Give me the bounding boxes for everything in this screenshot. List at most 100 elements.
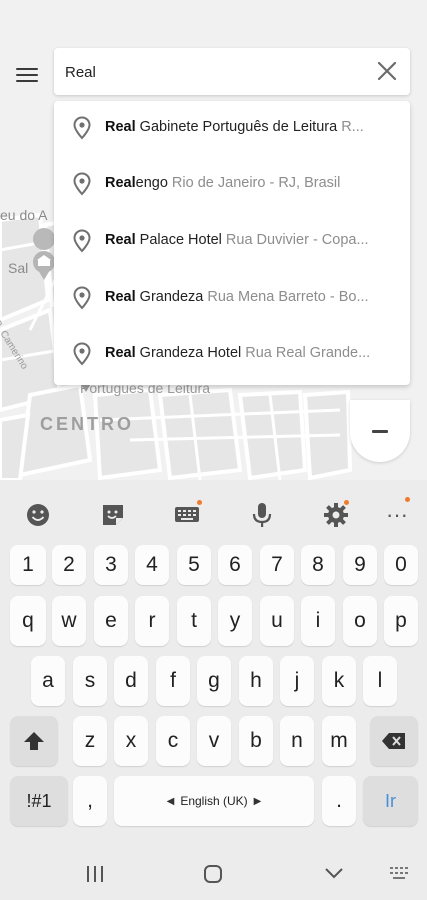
settings-icon[interactable] (321, 500, 351, 530)
suggestion-match: Real (105, 345, 136, 361)
suggestion-primary: Gabinete Português de Leitura (135, 119, 338, 135)
key-0[interactable]: 0 (384, 545, 418, 585)
sticker-icon[interactable] (98, 500, 128, 530)
key-s[interactable]: s (73, 656, 107, 706)
key-k[interactable]: k (322, 656, 356, 706)
key-7[interactable]: 7 (260, 545, 294, 585)
key-label: v (208, 729, 220, 752)
key-w[interactable]: w (52, 596, 86, 646)
more-icon[interactable]: ··· (382, 497, 412, 530)
space-label: English (UK) (180, 794, 248, 808)
key-label: 7 (271, 553, 283, 576)
location-pin-icon (73, 229, 91, 253)
key-r[interactable]: r (135, 596, 169, 646)
key-h[interactable]: h (239, 656, 273, 706)
suggestion-item[interactable]: Realengo Rio de Janeiro - RJ, Brasil (54, 157, 410, 213)
key-c[interactable]: c (156, 716, 190, 766)
suggestions-list: Real Gabinete Português de Leitura R... … (54, 101, 410, 385)
key-period[interactable]: . (322, 776, 356, 826)
symbols-key[interactable]: !#1 (10, 776, 68, 826)
key-l[interactable]: l (363, 656, 397, 706)
key-g[interactable]: g (197, 656, 231, 706)
close-icon[interactable] (376, 60, 398, 82)
suggestion-secondary: Rua Duvivier - Copa... (221, 232, 369, 248)
key-v[interactable]: v (197, 716, 231, 766)
key-label: g (208, 669, 220, 692)
key-d[interactable]: d (114, 656, 148, 706)
key-u[interactable]: u (260, 596, 294, 646)
minus-icon (372, 430, 388, 433)
key-1[interactable]: 1 (10, 545, 46, 585)
key-n[interactable]: n (280, 716, 314, 766)
suggestion-item[interactable]: Real Gabinete Português de Leitura R... (54, 101, 410, 157)
enter-key[interactable]: Ir (363, 776, 418, 826)
microphone-icon[interactable] (247, 500, 277, 530)
key-z[interactable]: z (73, 716, 107, 766)
backspace-key[interactable] (370, 716, 418, 766)
key-q[interactable]: q (10, 596, 46, 646)
suggestion-item[interactable]: Real Grandeza Hotel Rua Real Grande... (54, 327, 410, 383)
key-label: 2 (63, 553, 75, 576)
key-j[interactable]: j (280, 656, 314, 706)
key-label: !#1 (26, 790, 52, 811)
key-e[interactable]: e (94, 596, 128, 646)
recent-apps-icon[interactable] (84, 864, 106, 884)
search-input[interactable] (65, 60, 365, 84)
key-9[interactable]: 9 (343, 545, 377, 585)
key-x[interactable]: x (114, 716, 148, 766)
key-label: t (191, 609, 197, 632)
notification-dot (344, 500, 349, 505)
keyboard-settings-icon[interactable] (172, 500, 202, 530)
key-label: d (125, 669, 137, 692)
suggestion-item[interactable]: Real Grandeza Rua Mena Barreto - Bo... (54, 271, 410, 327)
menu-button[interactable] (10, 60, 44, 90)
shift-icon (24, 732, 44, 750)
key-3[interactable]: 3 (94, 545, 128, 585)
key-a[interactable]: a (31, 656, 65, 706)
shift-key[interactable] (10, 716, 58, 766)
key-4[interactable]: 4 (135, 545, 169, 585)
key-comma[interactable]: , (73, 776, 107, 826)
key-label: a (42, 669, 54, 692)
key-label: s (84, 669, 96, 692)
key-label: j (294, 669, 300, 692)
suggestion-match: Real (105, 232, 136, 248)
suggestion-primary: Grandeza (135, 289, 204, 305)
chevron-down-icon[interactable] (323, 865, 345, 881)
key-m[interactable]: m (322, 716, 356, 766)
key-label: 9 (354, 553, 366, 576)
key-8[interactable]: 8 (301, 545, 335, 585)
key-t[interactable]: t (177, 596, 211, 646)
key-o[interactable]: o (343, 596, 377, 646)
key-2[interactable]: 2 (52, 545, 86, 585)
key-label: p (395, 609, 407, 632)
suggestion-secondary: Rua Real Grande... (241, 345, 371, 361)
key-label: f (170, 669, 176, 692)
key-label: y (229, 609, 241, 632)
key-label: u (271, 609, 283, 632)
key-5[interactable]: 5 (177, 545, 211, 585)
location-pin-icon (73, 286, 91, 310)
suggestion-item[interactable]: Real Palace Hotel Rua Duvivier - Copa... (54, 214, 410, 270)
key-i[interactable]: i (301, 596, 335, 646)
notification-dot (405, 497, 410, 502)
space-key[interactable]: ◀ English (UK) ▶ (114, 776, 314, 826)
key-label: i (315, 609, 321, 632)
zoom-out-button[interactable] (350, 400, 410, 462)
emoji-icon[interactable] (23, 500, 53, 530)
more-label: ··· (386, 502, 408, 527)
keyboard: ··· 1 2 3 4 5 6 7 8 9 0 q w e r t y u i … (0, 480, 427, 900)
key-y[interactable]: y (218, 596, 252, 646)
home-icon[interactable] (202, 863, 224, 885)
map-label-sal: Sal (8, 260, 29, 276)
suggestion-primary: Grandeza Hotel (135, 345, 242, 361)
menu-icon-bar (16, 74, 38, 76)
key-label: r (148, 609, 156, 632)
key-b[interactable]: b (239, 716, 273, 766)
keyboard-icon[interactable] (388, 865, 412, 883)
menu-icon-bar (16, 68, 38, 70)
suggestion-secondary: Rua Mena Barreto - Bo... (203, 289, 369, 305)
key-6[interactable]: 6 (218, 545, 252, 585)
key-p[interactable]: p (384, 596, 418, 646)
key-f[interactable]: f (156, 656, 190, 706)
